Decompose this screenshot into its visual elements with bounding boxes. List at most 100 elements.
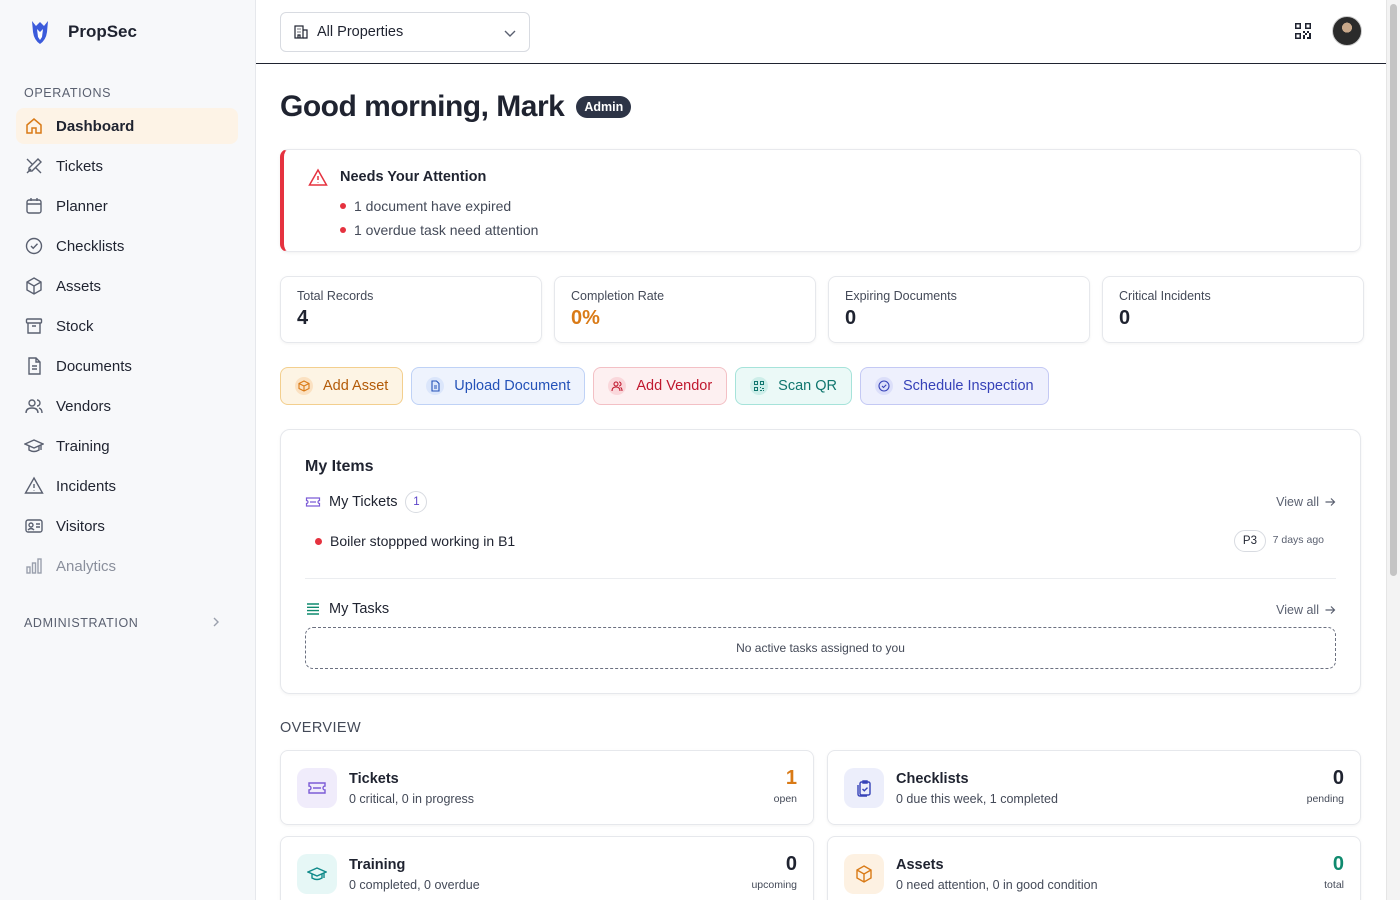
bullet-dot — [340, 203, 346, 209]
scrollbar[interactable] — [1386, 0, 1400, 900]
sidebar-item-stock[interactable]: Stock — [16, 308, 238, 344]
sidebar-item-planner[interactable]: Planner — [16, 188, 238, 224]
empty-tasks-message: No active tasks assigned to you — [305, 627, 1336, 669]
stat-value: 0 — [1119, 307, 1131, 329]
my-tasks-view-all-link[interactable]: View all — [1276, 603, 1336, 617]
upload-document-button[interactable]: Upload Document — [411, 367, 586, 405]
greeting: Good morning, Mark Admin — [280, 90, 632, 124]
scan-qr-button[interactable]: Scan QR — [735, 367, 853, 405]
id-card-icon — [25, 519, 43, 533]
sidebar-item-visitors[interactable]: Visitors — [16, 508, 238, 544]
sidebar-item-label: Checklists — [56, 237, 125, 255]
box-icon — [295, 377, 313, 395]
my-tickets-label: My Tickets — [329, 494, 398, 510]
my-tasks-label: My Tasks — [329, 601, 390, 617]
sidebar-item-vendors[interactable]: Vendors — [16, 388, 238, 424]
check-circle-icon — [875, 377, 894, 395]
divider — [305, 578, 1336, 579]
stats-row: Total Records 4 Completion Rate 0% Expir… — [280, 276, 1364, 343]
sidebar-item-label: Documents — [56, 357, 132, 375]
ticket-icon — [305, 497, 321, 507]
stat-value: 0% — [571, 307, 600, 329]
chevron-down-icon — [504, 30, 516, 37]
arrow-right-icon — [1325, 498, 1336, 506]
card-title: Assets — [896, 857, 944, 873]
my-tasks-header: My Tasks — [305, 601, 389, 617]
qr-icon — [750, 377, 769, 395]
sidebar-item-label: Assets — [56, 277, 102, 295]
clipboard-icon — [844, 768, 884, 808]
card-value: 1 — [785, 767, 797, 789]
view-all-label: View all — [1276, 495, 1319, 509]
sidebar-item-incidents[interactable]: Incidents — [16, 468, 238, 504]
alert-item-text: 1 document have expired — [354, 198, 512, 214]
sidebar-item-tickets[interactable]: Tickets — [16, 148, 238, 184]
card-title: Training — [349, 857, 406, 873]
button-label: Upload Document — [454, 378, 571, 394]
my-items-title: My Items — [305, 458, 374, 475]
warning-icon — [24, 476, 44, 494]
qr-code-icon[interactable] — [1294, 22, 1312, 40]
schedule-inspection-button[interactable]: Schedule Inspection — [860, 367, 1049, 405]
sidebar-item-label: Dashboard — [56, 117, 135, 135]
building-icon — [294, 25, 308, 39]
add-vendor-button[interactable]: Add Vendor — [593, 367, 728, 405]
sidebar-item-analytics[interactable]: Analytics — [16, 548, 238, 584]
property-select-value: All Properties — [317, 24, 404, 40]
sidebar-item-documents[interactable]: Documents — [16, 348, 238, 384]
card-title: Checklists — [896, 771, 969, 787]
arrow-right-icon — [1325, 606, 1336, 614]
stat-label: Completion Rate — [571, 289, 665, 303]
quick-actions: Add Asset Upload Document Add Vendor Sca… — [280, 367, 1049, 405]
add-asset-button[interactable]: Add Asset — [280, 367, 404, 405]
sidebar: PropSec OPERATIONS Dashboard Tickets Pla… — [0, 0, 256, 900]
tools-icon — [26, 158, 42, 174]
sidebar-item-checklists[interactable]: Checklists — [16, 228, 238, 264]
user-avatar[interactable] — [1332, 16, 1362, 46]
ticket-row[interactable]: Boiler stoppped working in B1 P3 7 days … — [315, 530, 1330, 552]
users-icon — [608, 377, 627, 395]
warning-icon — [308, 168, 328, 186]
property-select[interactable]: All Properties — [280, 12, 530, 52]
sidebar-item-assets[interactable]: Assets — [16, 268, 238, 304]
sidebar-item-training[interactable]: Training — [16, 428, 238, 464]
administration-section-label[interactable]: ADMINISTRATION — [24, 616, 138, 630]
alert-item: 1 overdue task need attention — [340, 218, 538, 242]
sidebar-item-label: Stock — [56, 317, 94, 335]
overview-card-training[interactable]: Training 0 completed, 0 overdue 0 upcomi… — [280, 836, 814, 900]
stat-value: 0 — [845, 307, 857, 329]
ticket-title: Boiler stoppped working in B1 — [330, 533, 516, 549]
sidebar-item-label: Vendors — [56, 397, 112, 415]
check-circle-icon — [25, 237, 43, 255]
button-label: Schedule Inspection — [903, 378, 1034, 394]
overview-card-assets[interactable]: Assets 0 need attention, 0 in good condi… — [827, 836, 1361, 900]
users-icon — [25, 399, 43, 414]
overview-card-tickets[interactable]: Tickets 0 critical, 0 in progress 1 open — [280, 750, 814, 825]
role-badge: Admin — [576, 96, 632, 118]
my-tickets-view-all-link[interactable]: View all — [1276, 495, 1336, 509]
view-all-label: View all — [1276, 603, 1319, 617]
brand[interactable]: PropSec — [28, 18, 137, 46]
alert-item: 1 document have expired — [340, 194, 538, 218]
box-icon — [26, 277, 42, 295]
priority-badge: P3 — [1233, 530, 1266, 552]
alert-item-text: 1 overdue task need attention — [354, 222, 539, 238]
bar-chart-icon — [26, 558, 42, 574]
document-icon — [28, 357, 41, 375]
stat-label: Total Records — [297, 289, 374, 303]
sidebar-item-label: Incidents — [56, 477, 117, 495]
scrollbar-thumb[interactable] — [1390, 4, 1397, 576]
sidebar-nav: Dashboard Tickets Planner Checklists Ass… — [16, 108, 238, 588]
my-tickets-count: 1 — [405, 491, 428, 513]
button-label: Add Asset — [323, 378, 389, 394]
home-icon — [26, 118, 42, 134]
card-value: 0 — [1332, 853, 1344, 875]
graduation-cap-icon — [297, 854, 337, 894]
chevron-right-icon[interactable] — [210, 616, 222, 628]
attention-alert: Needs Your Attention 1 document have exp… — [280, 149, 1361, 252]
document-icon — [426, 377, 445, 395]
stat-critical-incidents: Critical Incidents 0 — [1102, 276, 1364, 343]
sidebar-item-dashboard[interactable]: Dashboard — [16, 108, 238, 144]
stat-expiring-documents: Expiring Documents 0 — [828, 276, 1090, 343]
overview-card-checklists[interactable]: Checklists 0 due this week, 1 completed … — [827, 750, 1361, 825]
